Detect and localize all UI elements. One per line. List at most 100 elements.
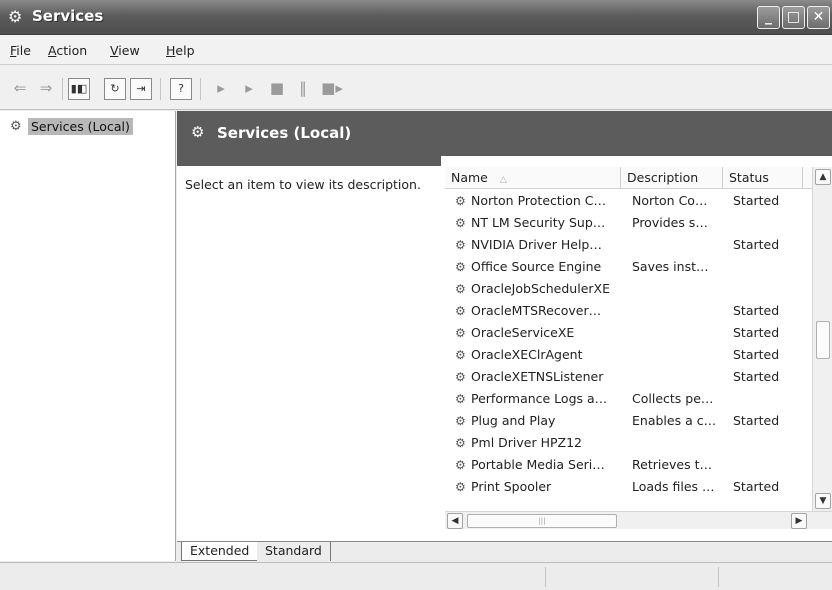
gear-icon: ⚙ xyxy=(455,260,466,274)
start-service-icon[interactable]: ▸ xyxy=(212,78,230,100)
maximize-button[interactable]: □ xyxy=(782,6,805,29)
scroll-left-icon[interactable]: ◀ xyxy=(447,513,463,529)
console-tree: ⚙ Services (Local) xyxy=(0,111,176,561)
service-name: ⚙ NVIDIA Driver Help… xyxy=(455,234,633,256)
refresh-icon[interactable]: ↻ xyxy=(104,78,126,100)
gear-icon: ⚙ xyxy=(455,304,466,318)
status-bar xyxy=(0,562,832,590)
service-description: Retrieves t… xyxy=(632,457,712,472)
table-row[interactable]: ⚙ OracleXEClrAgent Started xyxy=(445,344,813,366)
table-row[interactable]: ⚙ Plug and Play Enables a c… Started xyxy=(445,410,813,432)
horizontal-scroll-thumb[interactable]: ||| xyxy=(467,514,617,528)
table-row[interactable]: ⚙ OracleMTSRecover… Started xyxy=(445,300,813,322)
title-bar[interactable]: ⚙ Services _ □ ✕ xyxy=(0,0,832,35)
export-list-icon[interactable]: ⇥ xyxy=(130,78,152,100)
show-hide-tree-icon[interactable]: ▮◧ xyxy=(68,78,90,100)
gear-icon: ⚙ xyxy=(455,436,466,450)
table-row[interactable]: ⚙ NVIDIA Driver Help… Started xyxy=(445,234,813,256)
vertical-scroll-thumb[interactable] xyxy=(816,321,830,359)
column-header-status[interactable]: Status xyxy=(723,167,803,189)
service-name-text: Print Spooler xyxy=(471,479,552,494)
description-prompt: Select an item to view its description. xyxy=(185,177,421,192)
table-row[interactable]: ⚙ OracleJobSchedulerXE xyxy=(445,278,813,300)
status-panel-divider xyxy=(718,567,719,587)
header-band-extension xyxy=(177,156,441,166)
gear-icon: ⚙ xyxy=(455,238,466,252)
service-status: Started xyxy=(733,479,780,494)
view-tabs: Extended Standard xyxy=(177,541,832,561)
toolbar-separator xyxy=(200,78,201,100)
table-row[interactable]: ⚙ Office Source Engine Saves inst… xyxy=(445,256,813,278)
services-list[interactable]: Name △ Description Status ⚙ Norton Protect… xyxy=(445,167,832,541)
list-top-edge xyxy=(441,156,832,166)
service-rows: ⚙ Norton Protection C… Norton Co… Started ⚙ N… xyxy=(445,190,813,510)
service-name-text: NT LM Security Sup… xyxy=(471,215,606,230)
forward-arrow-icon[interactable]: ⇒ xyxy=(36,78,56,100)
pause-service-icon[interactable]: ‖ xyxy=(294,78,312,100)
service-name-text: Performance Logs a… xyxy=(471,391,608,406)
service-name: ⚙ OracleJobSchedulerXE xyxy=(455,278,633,300)
service-name-text: OracleMTSRecover… xyxy=(471,303,602,318)
table-row[interactable]: ⚙ Pml Driver HPZ12 xyxy=(445,432,813,454)
horizontal-scrollbar[interactable]: ◀ ||| ▶ xyxy=(445,511,832,529)
gear-icon: ⚙ xyxy=(455,392,466,406)
service-name-text: OracleServiceXE xyxy=(471,325,575,340)
table-row[interactable]: ⚙ Performance Logs a… Collects pe… xyxy=(445,388,813,410)
service-status: Started xyxy=(733,369,780,384)
table-row[interactable]: ⚙ Norton Protection C… Norton Co… Started xyxy=(445,190,813,212)
tree-item-services-local[interactable]: ⚙ Services (Local) xyxy=(10,118,133,135)
service-name: ⚙ Pml Driver HPZ12 xyxy=(455,432,633,454)
window-title: Services xyxy=(32,7,104,25)
scroll-right-icon[interactable]: ▶ xyxy=(791,513,807,529)
service-description: Collects pe… xyxy=(632,391,714,406)
service-name-text: OracleJobSchedulerXE xyxy=(471,281,610,296)
service-name: ⚙ OracleMTSRecover… xyxy=(455,300,633,322)
sort-ascending-icon: △ xyxy=(499,175,507,185)
table-row[interactable]: ⚙ Portable Media Seri… Retrieves t… xyxy=(445,454,813,476)
table-row[interactable]: ⚙ OracleXETNSListener Started xyxy=(445,366,813,388)
minimize-button[interactable]: _ xyxy=(757,6,780,29)
tab-extended[interactable]: Extended xyxy=(181,542,258,561)
menu-view[interactable]: View xyxy=(110,43,140,58)
gear-icon: ⚙ xyxy=(455,326,466,340)
service-name: ⚙ Performance Logs a… xyxy=(455,388,633,410)
gear-icon: ⚙ xyxy=(455,458,466,472)
help-icon[interactable]: ? xyxy=(170,78,192,100)
service-name: ⚙ Portable Media Seri… xyxy=(455,454,633,476)
menu-help[interactable]: Help xyxy=(166,43,195,58)
close-button[interactable]: ✕ xyxy=(807,6,830,29)
service-status: Started xyxy=(733,303,780,318)
tree-item-label: Services (Local) xyxy=(28,118,133,135)
column-header-name[interactable]: Name △ xyxy=(445,167,621,189)
tab-standard[interactable]: Standard xyxy=(257,542,331,561)
gear-icon: ⚙ xyxy=(455,348,466,362)
table-row[interactable]: ⚙ OracleServiceXE Started xyxy=(445,322,813,344)
vertical-scrollbar[interactable]: ▲ ▼ xyxy=(812,167,832,511)
service-name-text: NVIDIA Driver Help… xyxy=(471,237,602,252)
service-name-text: Portable Media Seri… xyxy=(471,457,605,472)
restart-service-icon[interactable]: ■▸ xyxy=(320,78,344,100)
status-panel-divider xyxy=(545,567,546,587)
gear-icon: ⚙ xyxy=(455,414,466,428)
service-name: ⚙ Norton Protection C… xyxy=(455,190,633,212)
service-status: Started xyxy=(733,347,780,362)
stop-service-icon[interactable]: ■ xyxy=(268,78,286,100)
column-header-description[interactable]: Description xyxy=(621,167,723,189)
table-row[interactable]: ⚙ Print Spooler Loads files … Started xyxy=(445,476,813,498)
service-name: ⚙ Plug and Play xyxy=(455,410,633,432)
scroll-up-icon[interactable]: ▲ xyxy=(815,169,831,185)
scroll-down-icon[interactable]: ▼ xyxy=(815,493,831,509)
service-name: ⚙ OracleServiceXE xyxy=(455,322,633,344)
service-description: Loads files … xyxy=(632,479,715,494)
service-name: ⚙ NT LM Security Sup… xyxy=(455,212,633,234)
service-name-text: Office Source Engine xyxy=(471,259,602,274)
gear-icon: ⚙ xyxy=(455,216,466,230)
back-arrow-icon[interactable]: ⇐ xyxy=(10,78,30,100)
table-row[interactable]: ⚙ NT LM Security Sup… Provides s… xyxy=(445,212,813,234)
start-service-alt-icon[interactable]: ▸ xyxy=(240,78,258,100)
services-gear-icon: ⚙ xyxy=(10,119,22,134)
menu-action[interactable]: Action xyxy=(48,43,87,58)
menu-file[interactable]: File xyxy=(10,43,31,58)
service-name: ⚙ OracleXEClrAgent xyxy=(455,344,633,366)
details-pane: ⚙ Services (Local) Select an item to vie… xyxy=(177,111,832,561)
